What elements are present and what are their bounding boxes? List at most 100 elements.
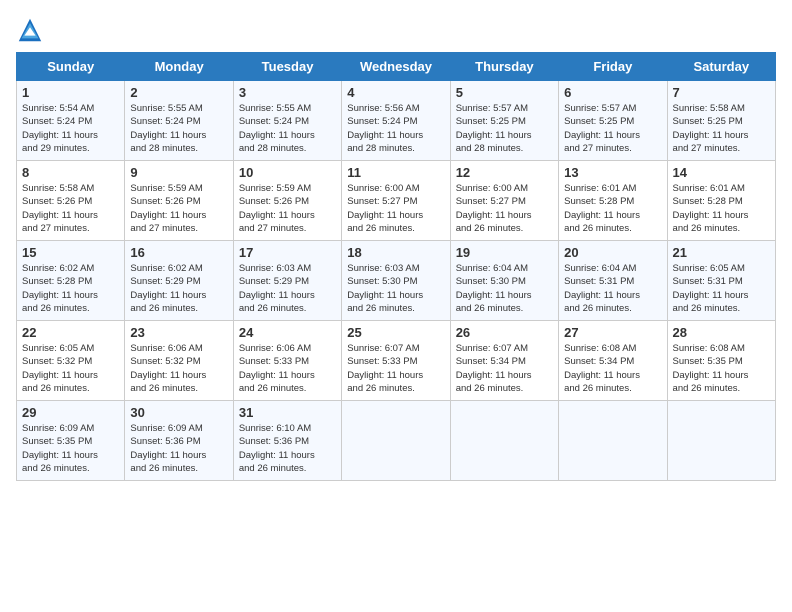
day-info: Sunrise: 5:58 AM Sunset: 5:26 PM Dayligh… xyxy=(22,182,119,235)
day-number: 29 xyxy=(22,405,119,420)
calendar-cell: 5 Sunrise: 5:57 AM Sunset: 5:25 PM Daylig… xyxy=(450,81,558,161)
calendar-cell: 18 Sunrise: 6:03 AM Sunset: 5:30 PM Dayli… xyxy=(342,241,450,321)
day-info: Sunrise: 6:08 AM Sunset: 5:35 PM Dayligh… xyxy=(673,342,770,395)
day-number: 8 xyxy=(22,165,119,180)
calendar-cell: 8 Sunrise: 5:58 AM Sunset: 5:26 PM Daylig… xyxy=(17,161,125,241)
day-info: Sunrise: 6:09 AM Sunset: 5:35 PM Dayligh… xyxy=(22,422,119,475)
calendar-cell: 17 Sunrise: 6:03 AM Sunset: 5:29 PM Dayli… xyxy=(233,241,341,321)
day-number: 5 xyxy=(456,85,553,100)
page-header xyxy=(16,16,776,44)
day-info: Sunrise: 6:05 AM Sunset: 5:31 PM Dayligh… xyxy=(673,262,770,315)
day-info: Sunrise: 5:55 AM Sunset: 5:24 PM Dayligh… xyxy=(239,102,336,155)
day-number: 20 xyxy=(564,245,661,260)
day-number: 4 xyxy=(347,85,444,100)
day-number: 11 xyxy=(347,165,444,180)
day-info: Sunrise: 6:03 AM Sunset: 5:30 PM Dayligh… xyxy=(347,262,444,315)
day-number: 28 xyxy=(673,325,770,340)
day-info: Sunrise: 5:58 AM Sunset: 5:25 PM Dayligh… xyxy=(673,102,770,155)
day-number: 27 xyxy=(564,325,661,340)
calendar-cell: 14 Sunrise: 6:01 AM Sunset: 5:28 PM Dayli… xyxy=(667,161,775,241)
calendar-week-row: 8 Sunrise: 5:58 AM Sunset: 5:26 PM Daylig… xyxy=(17,161,776,241)
day-number: 9 xyxy=(130,165,227,180)
day-info: Sunrise: 5:59 AM Sunset: 5:26 PM Dayligh… xyxy=(239,182,336,235)
day-info: Sunrise: 6:02 AM Sunset: 5:29 PM Dayligh… xyxy=(130,262,227,315)
day-of-week-header: Tuesday xyxy=(233,53,341,81)
day-number: 10 xyxy=(239,165,336,180)
day-info: Sunrise: 6:01 AM Sunset: 5:28 PM Dayligh… xyxy=(564,182,661,235)
day-number: 12 xyxy=(456,165,553,180)
day-number: 19 xyxy=(456,245,553,260)
day-info: Sunrise: 6:07 AM Sunset: 5:34 PM Dayligh… xyxy=(456,342,553,395)
calendar-cell: 23 Sunrise: 6:06 AM Sunset: 5:32 PM Dayli… xyxy=(125,321,233,401)
calendar-cell: 9 Sunrise: 5:59 AM Sunset: 5:26 PM Daylig… xyxy=(125,161,233,241)
day-info: Sunrise: 6:10 AM Sunset: 5:36 PM Dayligh… xyxy=(239,422,336,475)
calendar-cell xyxy=(667,401,775,481)
calendar-cell: 12 Sunrise: 6:00 AM Sunset: 5:27 PM Dayli… xyxy=(450,161,558,241)
day-number: 2 xyxy=(130,85,227,100)
day-number: 25 xyxy=(347,325,444,340)
calendar-cell: 16 Sunrise: 6:02 AM Sunset: 5:29 PM Dayli… xyxy=(125,241,233,321)
day-number: 16 xyxy=(130,245,227,260)
calendar-cell: 10 Sunrise: 5:59 AM Sunset: 5:26 PM Dayli… xyxy=(233,161,341,241)
calendar-week-row: 22Sunrise: 6:05 AM Sunset: 5:32 PM Dayli… xyxy=(17,321,776,401)
day-number: 30 xyxy=(130,405,227,420)
day-of-week-header: Sunday xyxy=(17,53,125,81)
day-info: Sunrise: 5:57 AM Sunset: 5:25 PM Dayligh… xyxy=(564,102,661,155)
calendar-cell xyxy=(450,401,558,481)
calendar-cell: 3 Sunrise: 5:55 AM Sunset: 5:24 PM Daylig… xyxy=(233,81,341,161)
day-info: Sunrise: 6:06 AM Sunset: 5:32 PM Dayligh… xyxy=(130,342,227,395)
day-number: 31 xyxy=(239,405,336,420)
calendar-cell: 25 Sunrise: 6:07 AM Sunset: 5:33 PM Dayli… xyxy=(342,321,450,401)
day-info: Sunrise: 6:09 AM Sunset: 5:36 PM Dayligh… xyxy=(130,422,227,475)
day-number: 17 xyxy=(239,245,336,260)
day-number: 23 xyxy=(130,325,227,340)
calendar-cell: 15 Sunrise: 6:02 AM Sunset: 5:28 PM Dayli… xyxy=(17,241,125,321)
day-number: 6 xyxy=(564,85,661,100)
day-info: Sunrise: 6:01 AM Sunset: 5:28 PM Dayligh… xyxy=(673,182,770,235)
calendar-table: SundayMondayTuesdayWednesdayThursdayFrid… xyxy=(16,52,776,481)
logo-icon xyxy=(16,16,44,44)
calendar-cell: 28 Sunrise: 6:08 AM Sunset: 5:35 PM Dayli… xyxy=(667,321,775,401)
calendar-cell: 4Sunrise: 5:56 AM Sunset: 5:24 PM Daylig… xyxy=(342,81,450,161)
calendar-cell xyxy=(342,401,450,481)
day-info: Sunrise: 5:59 AM Sunset: 5:26 PM Dayligh… xyxy=(130,182,227,235)
calendar-cell: 27Sunrise: 6:08 AM Sunset: 5:34 PM Dayli… xyxy=(559,321,667,401)
calendar-cell: 11 Sunrise: 6:00 AM Sunset: 5:27 PM Dayli… xyxy=(342,161,450,241)
calendar-cell: 24 Sunrise: 6:06 AM Sunset: 5:33 PM Dayli… xyxy=(233,321,341,401)
day-info: Sunrise: 5:57 AM Sunset: 5:25 PM Dayligh… xyxy=(456,102,553,155)
day-number: 14 xyxy=(673,165,770,180)
day-of-week-header: Saturday xyxy=(667,53,775,81)
calendar-cell: 2Sunrise: 5:55 AM Sunset: 5:24 PM Daylig… xyxy=(125,81,233,161)
calendar-cell: 13Sunrise: 6:01 AM Sunset: 5:28 PM Dayli… xyxy=(559,161,667,241)
calendar-week-row: 29 Sunrise: 6:09 AM Sunset: 5:35 PM Dayli… xyxy=(17,401,776,481)
day-number: 26 xyxy=(456,325,553,340)
day-number: 15 xyxy=(22,245,119,260)
day-number: 22 xyxy=(22,325,119,340)
calendar-cell: 22Sunrise: 6:05 AM Sunset: 5:32 PM Dayli… xyxy=(17,321,125,401)
day-info: Sunrise: 6:07 AM Sunset: 5:33 PM Dayligh… xyxy=(347,342,444,395)
day-of-week-header: Thursday xyxy=(450,53,558,81)
calendar-cell: 7Sunrise: 5:58 AM Sunset: 5:25 PM Daylig… xyxy=(667,81,775,161)
calendar-cell: 6 Sunrise: 5:57 AM Sunset: 5:25 PM Daylig… xyxy=(559,81,667,161)
day-number: 24 xyxy=(239,325,336,340)
day-info: Sunrise: 6:04 AM Sunset: 5:31 PM Dayligh… xyxy=(564,262,661,315)
calendar-cell: 26 Sunrise: 6:07 AM Sunset: 5:34 PM Dayli… xyxy=(450,321,558,401)
day-info: Sunrise: 6:02 AM Sunset: 5:28 PM Dayligh… xyxy=(22,262,119,315)
calendar-cell: 30 Sunrise: 6:09 AM Sunset: 5:36 PM Dayli… xyxy=(125,401,233,481)
calendar-cell: 31 Sunrise: 6:10 AM Sunset: 5:36 PM Dayli… xyxy=(233,401,341,481)
logo xyxy=(16,16,48,44)
day-number: 3 xyxy=(239,85,336,100)
day-number: 21 xyxy=(673,245,770,260)
calendar-cell: 21 Sunrise: 6:05 AM Sunset: 5:31 PM Dayli… xyxy=(667,241,775,321)
day-number: 1 xyxy=(22,85,119,100)
day-info: Sunrise: 5:54 AM Sunset: 5:24 PM Dayligh… xyxy=(22,102,119,155)
day-info: Sunrise: 6:04 AM Sunset: 5:30 PM Dayligh… xyxy=(456,262,553,315)
day-number: 18 xyxy=(347,245,444,260)
calendar-cell: 29 Sunrise: 6:09 AM Sunset: 5:35 PM Dayli… xyxy=(17,401,125,481)
day-info: Sunrise: 6:06 AM Sunset: 5:33 PM Dayligh… xyxy=(239,342,336,395)
day-info: Sunrise: 6:00 AM Sunset: 5:27 PM Dayligh… xyxy=(347,182,444,235)
day-of-week-header: Friday xyxy=(559,53,667,81)
calendar-week-row: 15 Sunrise: 6:02 AM Sunset: 5:28 PM Dayli… xyxy=(17,241,776,321)
day-info: Sunrise: 6:03 AM Sunset: 5:29 PM Dayligh… xyxy=(239,262,336,315)
day-info: Sunrise: 6:00 AM Sunset: 5:27 PM Dayligh… xyxy=(456,182,553,235)
